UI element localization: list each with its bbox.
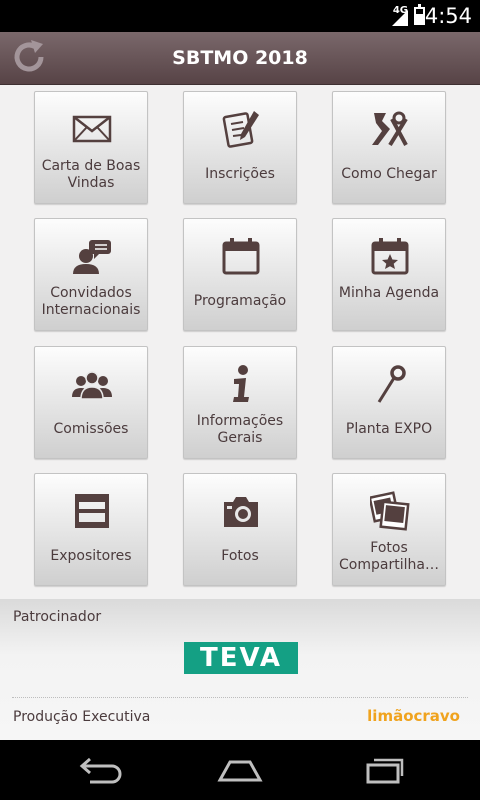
sponsor-label: Patrocinador bbox=[13, 609, 102, 625]
tile-expositores[interactable]: Expositores bbox=[34, 473, 148, 586]
tile-label: Expositores bbox=[50, 548, 132, 564]
tile-planta-expo[interactable]: Planta EXPO bbox=[332, 346, 446, 459]
tile-label: Planta EXPO bbox=[345, 421, 433, 437]
back-icon[interactable] bbox=[76, 754, 124, 786]
tile-label: Informações Gerais bbox=[196, 413, 284, 446]
tile-fotos-compartilhadas[interactable]: Fotos Compartilha… bbox=[332, 473, 446, 586]
tile-label: Como Chegar bbox=[341, 166, 437, 182]
home-icon[interactable] bbox=[216, 754, 264, 786]
photos-stack-icon bbox=[370, 491, 410, 531]
limaocravo-logo[interactable]: limãocravo bbox=[367, 707, 460, 725]
tile-label: Minha Agenda bbox=[338, 285, 440, 301]
tile-minha-agenda[interactable]: Minha Agenda bbox=[332, 218, 446, 331]
tile-convidados-internacionais[interactable]: Convidados Internacionais bbox=[34, 218, 148, 331]
tile-label: Convidados Internacionais bbox=[41, 285, 141, 318]
status-bar: 4G 4:54 bbox=[0, 0, 480, 32]
tile-label: Inscrições bbox=[205, 166, 275, 182]
envelope-icon bbox=[72, 115, 112, 143]
map-pin-icon bbox=[377, 365, 406, 403]
tile-informacoes-gerais[interactable]: Informações Gerais bbox=[183, 346, 297, 459]
footer: Patrocinador TEVA Produção Executiva lim… bbox=[0, 599, 480, 740]
document-pen-icon bbox=[222, 111, 259, 148]
tile-programacao[interactable]: Programação bbox=[183, 218, 297, 331]
tile-label: Comissões bbox=[53, 421, 129, 437]
tile-label: Carta de Boas Vindas bbox=[41, 158, 141, 191]
calendar-icon bbox=[222, 238, 260, 275]
camera-icon bbox=[224, 497, 258, 527]
tile-comissoes[interactable]: Comissões bbox=[34, 346, 148, 459]
footer-divider bbox=[12, 697, 468, 698]
app-bar: SBTMO 2018 bbox=[0, 32, 480, 85]
info-icon bbox=[233, 365, 249, 402]
clock: 4:54 bbox=[424, 4, 472, 28]
tile-label: Fotos bbox=[221, 548, 259, 564]
signal-strength-icon bbox=[392, 10, 408, 26]
tile-label: Fotos Compartilha… bbox=[339, 540, 439, 573]
teva-logo[interactable]: TEVA bbox=[184, 642, 298, 674]
navigation-bar bbox=[0, 740, 480, 800]
tile-inscricoes[interactable]: Inscrições bbox=[183, 91, 297, 204]
tile-carta-boas-vindas[interactable]: Carta de Boas Vindas bbox=[34, 91, 148, 204]
calendar-star-icon bbox=[371, 238, 409, 275]
teva-logo-text: TEVA bbox=[200, 643, 282, 673]
app-title: SBTMO 2018 bbox=[172, 47, 308, 69]
group-people-icon bbox=[72, 371, 112, 400]
booth-icon bbox=[75, 494, 109, 528]
recent-apps-icon[interactable] bbox=[358, 754, 406, 786]
tile-label: Programação bbox=[193, 293, 287, 309]
menu-grid: Carta de Boas Vindas Inscrições Como Che… bbox=[0, 84, 480, 599]
tile-fotos[interactable]: Fotos bbox=[183, 473, 297, 586]
battery-icon bbox=[414, 4, 425, 25]
producer-label: Produção Executiva bbox=[13, 709, 151, 725]
tile-como-chegar[interactable]: Como Chegar bbox=[332, 91, 446, 204]
person-speech-icon bbox=[73, 240, 111, 274]
road-map-icon bbox=[372, 111, 408, 147]
